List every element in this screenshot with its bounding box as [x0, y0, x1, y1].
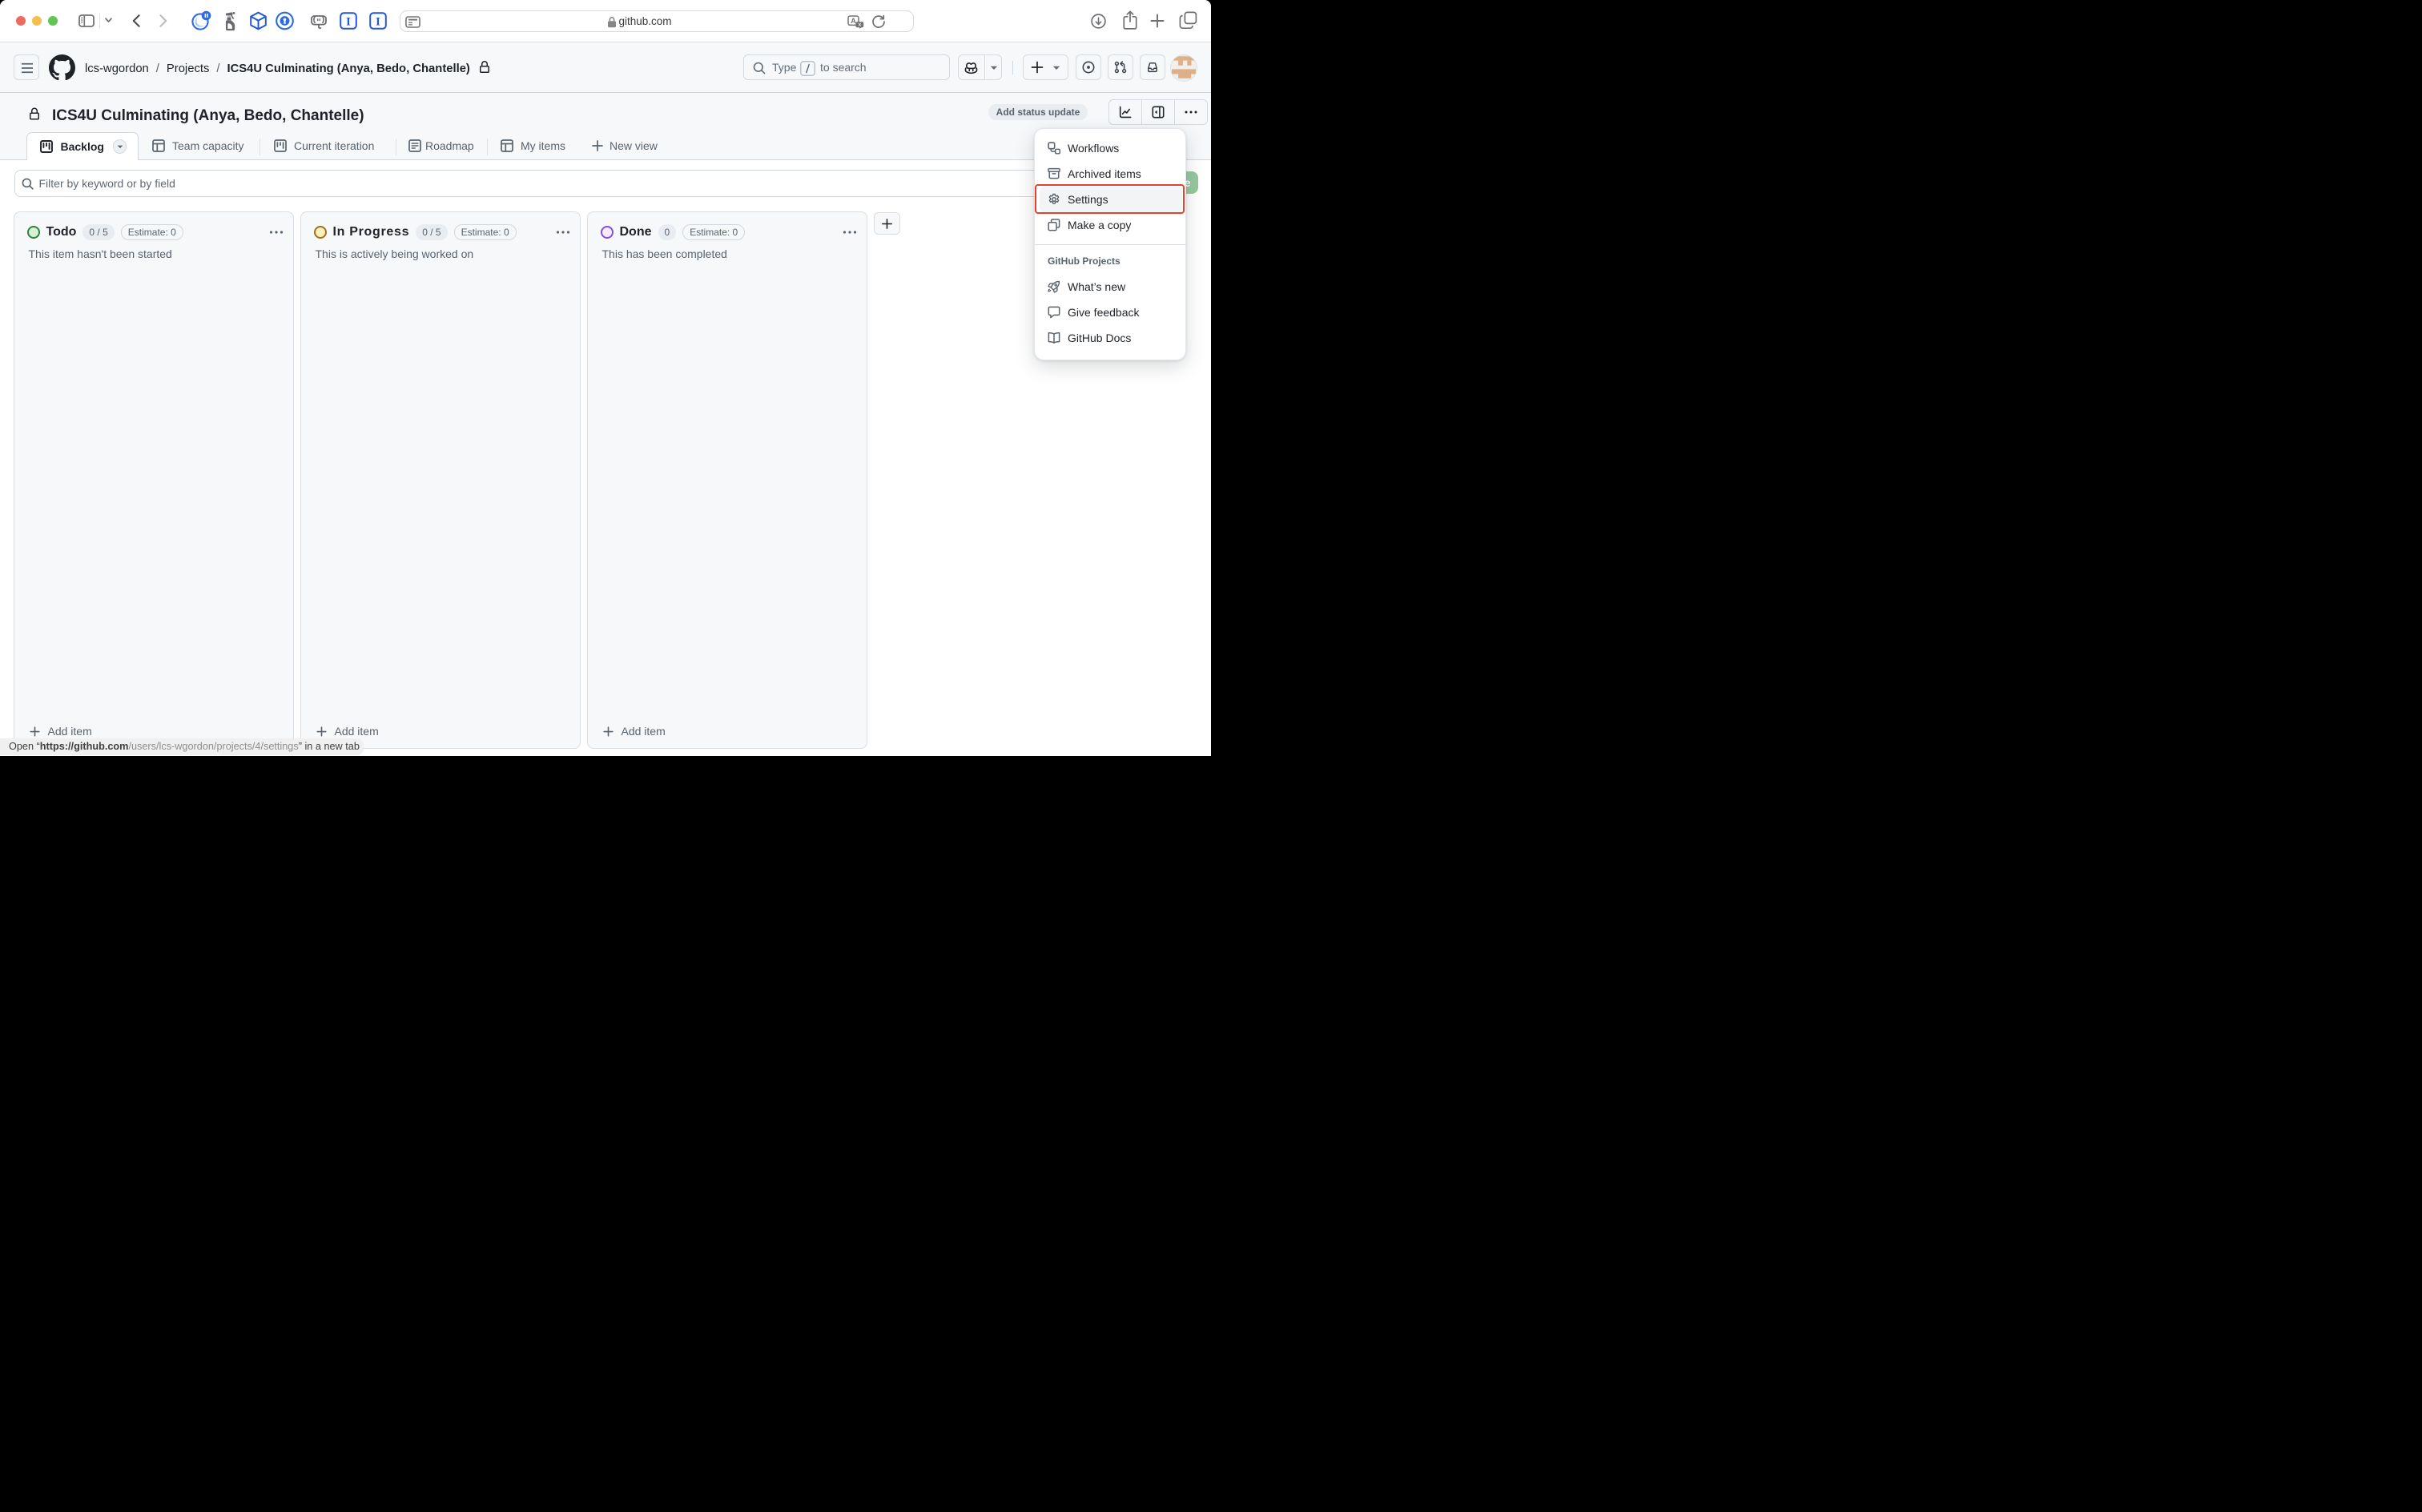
- svg-text:I: I: [346, 15, 351, 28]
- svg-text:x: x: [858, 22, 861, 27]
- svg-text:I: I: [376, 15, 380, 28]
- svg-text:A: A: [851, 17, 856, 25]
